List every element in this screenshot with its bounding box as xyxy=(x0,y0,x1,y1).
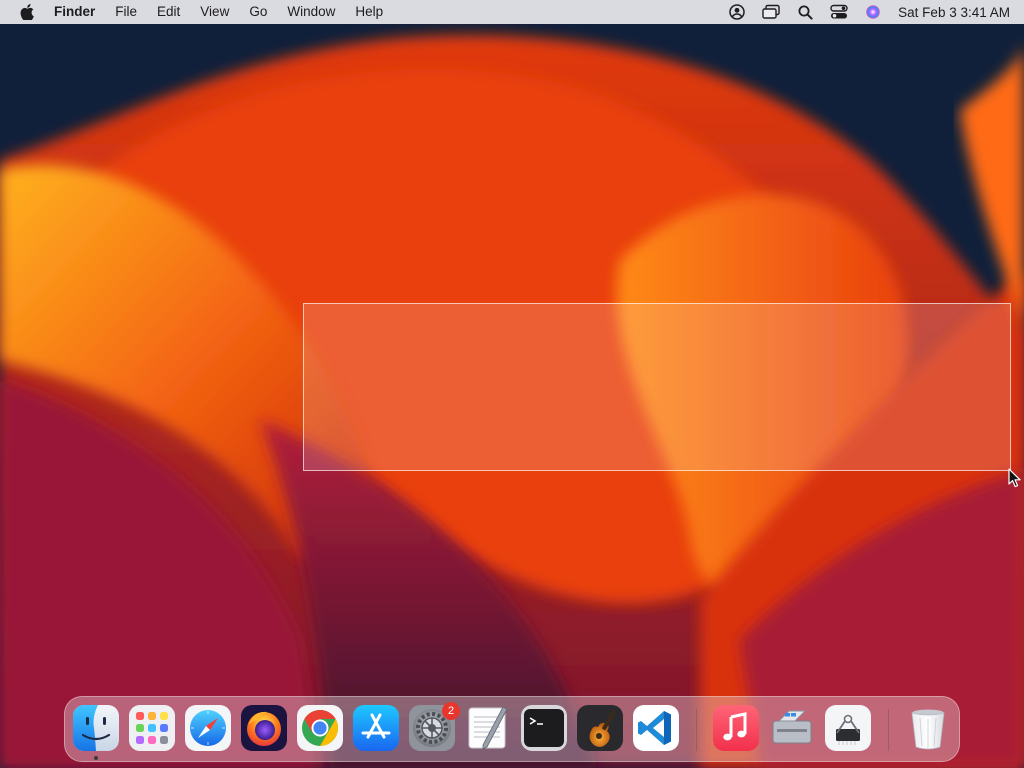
menu-edit[interactable]: Edit xyxy=(147,0,190,24)
trash-icon xyxy=(911,709,945,750)
dock-item-vscode[interactable] xyxy=(633,705,679,751)
menu-help[interactable]: Help xyxy=(345,0,393,24)
notification-badge: 2 xyxy=(442,702,460,720)
music-icon xyxy=(713,705,759,751)
dock-item-launchpad[interactable] xyxy=(129,705,175,751)
dock-item-textedit[interactable] xyxy=(465,705,511,751)
mouse-cursor-icon xyxy=(1008,468,1022,493)
dock-item-garageband[interactable] xyxy=(577,705,623,751)
menu-file[interactable]: File xyxy=(105,0,147,24)
menu-window[interactable]: Window xyxy=(277,0,345,24)
dock-item-boot-camp[interactable] xyxy=(769,705,815,751)
boot-camp-icon xyxy=(772,710,812,744)
dock-item-chrome[interactable] xyxy=(297,705,343,751)
apple-logo-icon[interactable] xyxy=(18,0,36,24)
menu-go[interactable]: Go xyxy=(239,0,277,24)
dock: 2 xyxy=(64,696,960,762)
dock-item-trash[interactable] xyxy=(905,705,951,751)
firefox-icon xyxy=(241,705,287,751)
dock-item-system-information[interactable] xyxy=(825,705,871,751)
dock-item-music[interactable] xyxy=(713,705,759,751)
dock-item-app-store[interactable] xyxy=(353,705,399,751)
app-store-icon xyxy=(353,705,399,751)
system-information-icon xyxy=(825,705,871,751)
menu-app-name[interactable]: Finder xyxy=(44,0,105,24)
desktop[interactable]: Finder File Edit View Go Window Help Sat… xyxy=(0,0,1024,768)
dock-item-safari[interactable] xyxy=(185,705,231,751)
control-center-icon[interactable] xyxy=(828,0,850,24)
terminal-icon xyxy=(521,705,567,751)
launchpad-icon xyxy=(129,705,175,751)
vscode-icon xyxy=(633,705,679,751)
spotlight-search-icon[interactable] xyxy=(794,0,816,24)
menu-bar: Finder File Edit View Go Window Help Sat… xyxy=(0,0,1024,24)
safari-icon xyxy=(185,705,231,751)
textedit-icon xyxy=(468,706,508,750)
dock-separator xyxy=(696,709,697,751)
dock-separator xyxy=(888,709,889,751)
dock-item-finder[interactable] xyxy=(73,705,119,751)
siri-icon[interactable] xyxy=(862,0,884,24)
garageband-icon xyxy=(577,705,623,751)
chrome-icon xyxy=(297,705,343,751)
screen-mirroring-icon[interactable] xyxy=(760,0,782,24)
user-account-icon[interactable] xyxy=(726,0,748,24)
menu-view[interactable]: View xyxy=(190,0,239,24)
running-indicator xyxy=(94,756,98,760)
finder-icon xyxy=(73,705,119,751)
drag-selection-rectangle xyxy=(303,303,1011,471)
dock-item-terminal[interactable] xyxy=(521,705,567,751)
menu-bar-clock[interactable]: Sat Feb 3 3:41 AM xyxy=(898,5,1010,20)
dock-item-firefox[interactable] xyxy=(241,705,287,751)
